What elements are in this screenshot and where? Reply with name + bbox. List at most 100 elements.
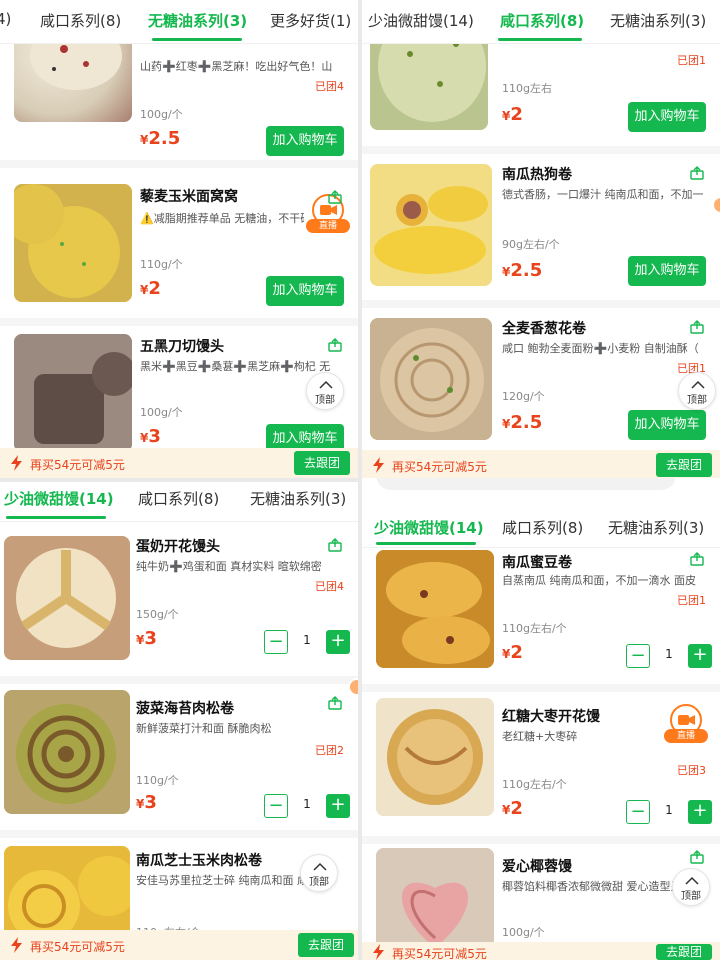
product-image[interactable]	[4, 690, 130, 814]
product-image[interactable]	[376, 550, 494, 668]
back-to-top-button[interactable]: 顶部	[678, 372, 716, 410]
divider	[0, 676, 358, 684]
share-icon[interactable]	[690, 850, 704, 864]
quantity-value[interactable]: 1	[294, 633, 320, 647]
product-name[interactable]: 藜麦玉米面窝窝	[140, 186, 238, 206]
share-icon[interactable]	[328, 190, 342, 204]
product-name[interactable]: 菠菜海苔肉松卷	[136, 698, 234, 718]
product-name[interactable]: 爱心椰蓉馒	[502, 856, 572, 876]
product-card[interactable]: 蛋奶开花馒头 纯牛奶➕鸡蛋和面 真材实料 暄软绵密 已团4 150g/个 ¥3 …	[0, 526, 358, 676]
divider	[362, 146, 720, 154]
product-name[interactable]: 南瓜芝士玉米肉松卷	[136, 850, 262, 870]
share-icon[interactable]	[690, 320, 704, 334]
group-count: 已团4	[315, 580, 344, 593]
group-count: 已团4	[315, 80, 344, 93]
join-group-button[interactable]: 去跟团	[298, 933, 354, 957]
quantity-value[interactable]: 1	[656, 803, 682, 817]
tab-sugar-free[interactable]: 无糖油系列(3)	[610, 10, 706, 31]
share-icon[interactable]	[690, 166, 704, 180]
tab-more-goods[interactable]: 更多好货(1)	[270, 10, 351, 31]
tab-savory[interactable]: 咸口系列(8)	[40, 10, 121, 31]
lightning-icon	[11, 455, 22, 471]
bun-image	[376, 550, 494, 668]
back-to-top-button[interactable]: 顶部	[672, 868, 710, 906]
product-name[interactable]: 五黑刀切馒头	[140, 336, 224, 356]
product-card[interactable]: 红糖大枣开花馒 老红糖+大枣碎 已团3 110g左右/个 ¥2 − 1 + 直播	[362, 692, 720, 842]
product-price: ¥2	[140, 278, 161, 299]
share-icon[interactable]	[328, 538, 342, 552]
product-name[interactable]: 全麦香葱花卷	[502, 318, 586, 338]
product-image[interactable]	[4, 536, 130, 660]
add-to-cart-button[interactable]: 加入购物车	[628, 256, 706, 286]
share-icon[interactable]	[328, 696, 342, 710]
category-tabs: 少油微甜馒(14) 咸口系列(8) 无糖油系列(3)	[362, 0, 720, 44]
live-stream-button[interactable]: 直播	[664, 704, 708, 748]
join-group-button[interactable]: 去跟团	[294, 451, 350, 475]
product-price: ¥3	[140, 426, 161, 447]
product-name[interactable]: 南瓜热狗卷	[502, 164, 572, 184]
tab-sweet[interactable]: 少油微甜馒(14)	[368, 10, 474, 31]
quantity-value[interactable]: 1	[656, 647, 682, 661]
join-group-button[interactable]: 去跟团	[656, 453, 712, 477]
product-card[interactable]: 南瓜蜜豆卷 自蒸南瓜 纯南瓜和面，不加一滴水 面皮 已团1 110g左右/个 ¥…	[362, 548, 720, 698]
tab-sugar-free[interactable]: 无糖油系列(3)	[608, 517, 704, 538]
product-price: ¥2	[502, 798, 523, 819]
bun-image	[4, 690, 130, 814]
group-count: 已团2	[315, 744, 344, 757]
share-icon[interactable]	[690, 552, 704, 566]
increase-button[interactable]: +	[326, 794, 350, 818]
add-to-cart-button[interactable]: 加入购物车	[628, 102, 706, 132]
add-to-cart-button[interactable]: 加入购物车	[266, 276, 344, 306]
live-label: 直播	[306, 219, 350, 233]
product-name[interactable]: 蛋奶开花馒头	[136, 536, 220, 556]
product-weight: 100g/个	[140, 108, 183, 121]
product-name[interactable]: 红糖大枣开花馒	[502, 706, 600, 726]
active-tab-indicator	[6, 516, 106, 519]
tab-sweet[interactable]: 少油微甜馒(14)	[4, 488, 114, 509]
divider	[362, 684, 720, 692]
increase-button[interactable]: +	[688, 644, 712, 668]
share-icon[interactable]	[328, 338, 342, 352]
tab-savory[interactable]: 咸口系列(8)	[138, 488, 219, 509]
decrease-button[interactable]: −	[626, 800, 650, 824]
product-card[interactable]: 全麦香葱花卷 咸口 鲍勃全麦面粉➕小麦粉 自制油酥（ 已团1 120g/个 ¥2…	[362, 308, 720, 458]
product-image[interactable]	[14, 184, 132, 302]
product-image[interactable]	[14, 334, 132, 452]
decrease-button[interactable]: −	[264, 630, 288, 654]
product-price: ¥3	[136, 792, 157, 813]
tab-sweet-partial[interactable]: 4)	[0, 10, 11, 28]
product-weight: 100g/个	[140, 406, 183, 419]
product-desc: 山药➕红枣➕黑芝麻！吃出好气色！山	[140, 60, 332, 73]
product-image[interactable]	[376, 698, 494, 816]
bun-image	[376, 698, 494, 816]
add-to-cart-button[interactable]: 加入购物车	[628, 410, 706, 440]
tab-sugar-free[interactable]: 无糖油系列(3)	[250, 488, 346, 509]
back-to-top-button[interactable]: 顶部	[306, 372, 344, 410]
decrease-button[interactable]: −	[264, 794, 288, 818]
product-card[interactable]: 南瓜热狗卷 德式香肠，一口爆汁 纯南瓜和面，不加一 90g左右/个 ¥2.5 加…	[362, 154, 720, 304]
product-card[interactable]: 菠菜海苔肉松卷 新鲜菠菜打汁和面 酥脆肉松 已团2 110g/个 ¥3 − 1 …	[0, 684, 358, 834]
product-image[interactable]	[370, 318, 492, 440]
back-to-top-button[interactable]: 顶部	[300, 854, 338, 892]
bun-image	[370, 318, 492, 440]
decrease-button[interactable]: −	[626, 644, 650, 668]
product-weight: 110g左右	[502, 82, 552, 95]
screenshot-panel-1: 4) 咸口系列(8) 无糖油系列(3) 更多好货(1) 山药➕红枣➕黑芝麻！吃出…	[0, 0, 358, 478]
increase-button[interactable]: +	[688, 800, 712, 824]
tab-sweet[interactable]: 少油微甜馒(14)	[374, 517, 484, 538]
add-to-cart-button[interactable]: 加入购物车	[266, 126, 344, 156]
quantity-stepper: − 1 +	[626, 644, 712, 668]
divider	[362, 836, 720, 844]
product-image[interactable]	[370, 164, 492, 286]
tab-savory[interactable]: 咸口系列(8)	[502, 517, 583, 538]
product-card[interactable]: 藜麦玉米面窝窝 ⚠️减脂期推荐单品 无糖油，不干硬 110g/个 ¥2 加入购物…	[0, 168, 358, 318]
quantity-value[interactable]: 1	[294, 797, 320, 811]
increase-button[interactable]: +	[326, 630, 350, 654]
tab-sugar-free[interactable]: 无糖油系列(3)	[148, 10, 247, 31]
join-group-button[interactable]: 去跟团	[656, 944, 712, 960]
divider	[0, 830, 358, 838]
product-desc: ⚠️减脂期推荐单品 无糖油，不干硬	[140, 212, 304, 225]
product-name[interactable]: 南瓜蜜豆卷	[502, 552, 572, 572]
search-bar[interactable]	[376, 478, 676, 490]
tab-savory[interactable]: 咸口系列(8)	[500, 10, 584, 31]
